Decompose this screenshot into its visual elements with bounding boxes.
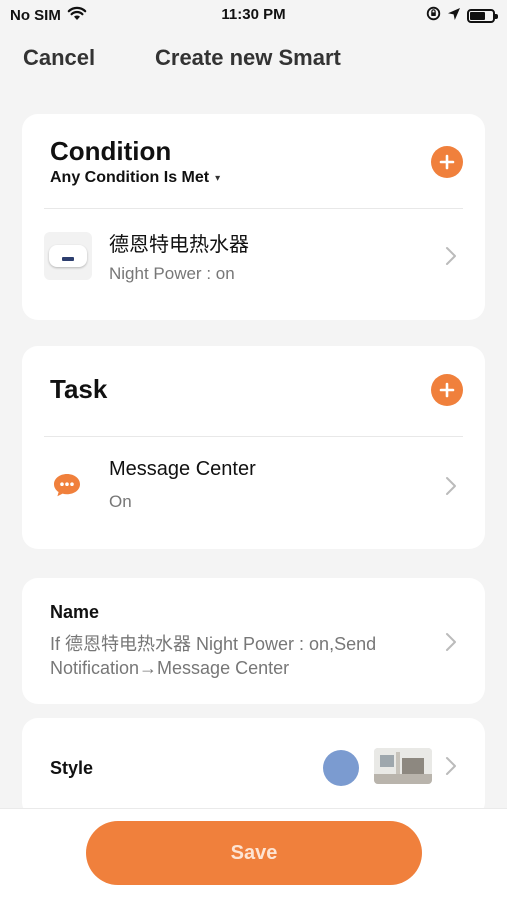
name-value: If 德恩特电热水器 Night Power : on,Send Notific… bbox=[50, 634, 377, 678]
task-detail: On bbox=[109, 492, 132, 511]
chevron-right-icon bbox=[446, 633, 456, 651]
condition-item[interactable]: 德恩特电热水器 Night Power : on bbox=[22, 208, 485, 320]
style-card[interactable]: Style bbox=[22, 718, 485, 818]
style-label: Style bbox=[50, 758, 94, 778]
chevron-right-icon bbox=[446, 247, 456, 265]
location-arrow-icon bbox=[447, 7, 461, 26]
condition-mode-dropdown[interactable]: Any Condition Is Met ▾ bbox=[50, 169, 220, 187]
battery-icon bbox=[467, 9, 498, 23]
condition-title: Condition bbox=[50, 136, 172, 166]
style-color-swatch[interactable] bbox=[323, 750, 359, 786]
name-card[interactable]: Name If 德恩特电热水器 Night Power : on,Send No… bbox=[22, 578, 485, 704]
condition-device-name: 德恩特电热水器 bbox=[109, 234, 249, 256]
save-button[interactable]: Save bbox=[86, 821, 422, 885]
status-bar: No SIM 11:30 PM bbox=[0, 0, 507, 32]
style-background-image[interactable] bbox=[374, 748, 432, 784]
task-card: Task Message Center On bbox=[22, 346, 485, 549]
add-task-button[interactable] bbox=[431, 374, 463, 406]
condition-card: Condition Any Condition Is Met ▾ 德恩特电热水器… bbox=[22, 114, 485, 320]
chevron-down-icon: ▾ bbox=[215, 172, 221, 184]
battery-fill bbox=[470, 12, 486, 20]
condition-device-detail: Night Power : on bbox=[109, 264, 235, 283]
chevron-right-icon bbox=[446, 757, 456, 775]
task-title: Task bbox=[50, 374, 108, 404]
plus-icon bbox=[439, 382, 455, 398]
message-icon bbox=[54, 474, 80, 497]
water-heater-icon bbox=[44, 232, 92, 280]
cancel-button[interactable]: Cancel bbox=[23, 45, 95, 71]
plus-icon bbox=[439, 154, 455, 170]
bottom-bar: Save bbox=[0, 808, 507, 900]
status-right bbox=[426, 6, 498, 26]
condition-mode-label: Any Condition Is Met bbox=[50, 169, 210, 186]
task-name: Message Center bbox=[109, 458, 256, 480]
rotation-lock-icon bbox=[426, 6, 441, 26]
page-title: Create new Smart bbox=[155, 45, 341, 70]
chevron-right-icon bbox=[446, 477, 456, 495]
name-label: Name bbox=[50, 602, 100, 622]
add-condition-button[interactable] bbox=[431, 146, 463, 178]
nav-bar: Cancel Create new Smart bbox=[0, 42, 507, 76]
task-item[interactable]: Message Center On bbox=[22, 436, 485, 549]
